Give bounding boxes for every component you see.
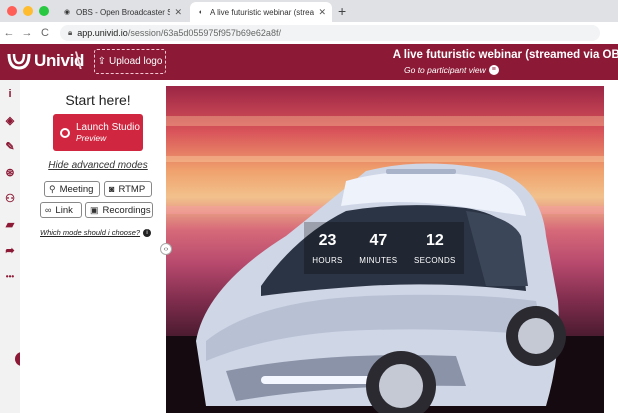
maximize-window-button[interactable]	[39, 6, 49, 16]
seconds-label: SECONDS	[414, 255, 456, 265]
brush-icon[interactable]: ✎	[0, 134, 20, 158]
info-icon[interactable]: i	[0, 82, 20, 106]
mode-link-button[interactable]: ∞ Link	[40, 202, 82, 218]
app-header: Univid \ ⇪ Upload logo A live futuristic…	[0, 44, 618, 80]
participant-view-link[interactable]: Go to participant view ≡	[404, 65, 499, 75]
countdown-seconds: 12 SECONDS	[414, 232, 456, 265]
mode-label: RTMP	[118, 183, 146, 195]
resize-handle[interactable]: ‹›	[160, 243, 172, 255]
seconds-value: 12	[425, 231, 444, 249]
camera-icon: ◙	[109, 184, 115, 194]
shapes-icon[interactable]: ◈	[0, 108, 20, 132]
minutes-value: 47	[369, 231, 388, 249]
hours-value: 23	[318, 231, 337, 249]
studio-icon	[60, 127, 70, 138]
participant-view-label: Go to participant view	[404, 65, 486, 75]
pin-icon: ⚲	[49, 183, 56, 194]
tab-webinar[interactable]: ◐ A live futuristic webinar (strea ✕	[190, 2, 332, 22]
control-panel: Start here! Launch Studio Preview Hide a…	[30, 86, 166, 413]
more-icon[interactable]: •••	[0, 264, 20, 288]
new-tab-button[interactable]: +	[338, 3, 346, 19]
which-mode-label: Which mode should i choose?	[40, 228, 141, 237]
hide-advanced-modes-link[interactable]: Hide advanced modes	[30, 160, 166, 171]
minimize-window-button[interactable]	[23, 6, 33, 16]
url-host: app.univid.io	[77, 28, 128, 38]
lock-icon: 🔒︎	[68, 28, 73, 37]
right-margin	[604, 86, 618, 413]
content-gutter-left	[20, 80, 30, 413]
obs-icon: ◉	[63, 9, 71, 16]
back-button[interactable]: ←	[0, 27, 18, 39]
univid-logo[interactable]: Univid	[6, 50, 84, 72]
launch-studio-label: Launch Studio	[76, 122, 140, 133]
browser-toolbar: ← → C 🔒︎ app.univid.io/session/63a5d0559…	[0, 22, 618, 44]
launch-studio-sub: Preview	[76, 133, 107, 143]
tab-strip: ◉ OBS - Open Broadcaster Softw ✕ ◐ A liv…	[0, 0, 618, 22]
close-icon[interactable]: ✕	[318, 7, 326, 18]
which-mode-link[interactable]: Which mode should i choose? i	[40, 228, 152, 237]
browser-chrome: ◉ OBS - Open Broadcaster Softw ✕ ◐ A liv…	[0, 0, 618, 44]
reload-button[interactable]: C	[36, 27, 54, 39]
mode-meeting-button[interactable]: ⚲ Meeting	[44, 181, 100, 197]
address-bar[interactable]: 🔒︎ app.univid.io/session/63a5d055975f957…	[60, 25, 600, 41]
url-path: /session/63a5d055975f957b69e62a8f/	[127, 28, 281, 38]
toolbox-icon[interactable]: ▰	[0, 212, 20, 236]
mode-label: Recordings	[102, 204, 151, 216]
countdown-timer: 23 HOURS 47 MINUTES 12 SECONDS	[304, 222, 464, 274]
upload-logo-label: Upload logo	[109, 56, 163, 67]
countdown-hours: 23 HOURS	[312, 232, 342, 265]
mode-rtmp-button[interactable]: ◙ RTMP	[104, 181, 152, 197]
univid-logo-icon	[7, 53, 31, 70]
link-icon: ∞	[45, 205, 52, 215]
mode-recordings-button[interactable]: ▣ Recordings	[85, 202, 153, 218]
mode-label: Meeting	[59, 183, 94, 195]
stage-preview: 23 HOURS 47 MINUTES 12 SECONDS	[166, 86, 604, 413]
tab-title: A live futuristic webinar (strea	[210, 7, 315, 17]
countdown-minutes: 47 MINUTES	[359, 232, 397, 265]
mode-label: Link	[55, 204, 73, 216]
fingerprint-icon[interactable]: ⊛	[0, 160, 20, 184]
launch-studio-button[interactable]: Launch Studio Preview	[53, 114, 143, 151]
minutes-label: MINUTES	[359, 255, 398, 265]
upload-logo-button[interactable]: ⇪ Upload logo	[94, 49, 166, 74]
webinar-title[interactable]: A live futuristic webinar (streamed via …	[393, 49, 618, 61]
share-icon[interactable]: ➦	[0, 238, 20, 262]
users-icon[interactable]: ⚇	[0, 186, 20, 210]
univid-icon: ◐	[198, 8, 204, 16]
tab-title: OBS - Open Broadcaster Softw	[76, 7, 171, 17]
list-icon: ≡	[488, 65, 499, 75]
start-heading: Start here!	[65, 92, 131, 108]
window-controls	[7, 6, 49, 16]
hours-label: HOURS	[312, 255, 343, 265]
tab-obs[interactable]: ◉ OBS - Open Broadcaster Softw ✕	[56, 2, 188, 22]
film-icon: ▣	[90, 204, 99, 215]
close-window-button[interactable]	[7, 6, 17, 16]
close-icon[interactable]: ✕	[174, 7, 182, 18]
divider: \	[75, 48, 82, 75]
left-sidebar: i ◈ ✎ ⊛ ⚇ ▰ ➦ ••• ›	[0, 80, 29, 413]
forward-button[interactable]: →	[18, 27, 36, 39]
upload-icon: ⇪	[97, 56, 106, 67]
info-icon[interactable]: i	[143, 228, 152, 237]
